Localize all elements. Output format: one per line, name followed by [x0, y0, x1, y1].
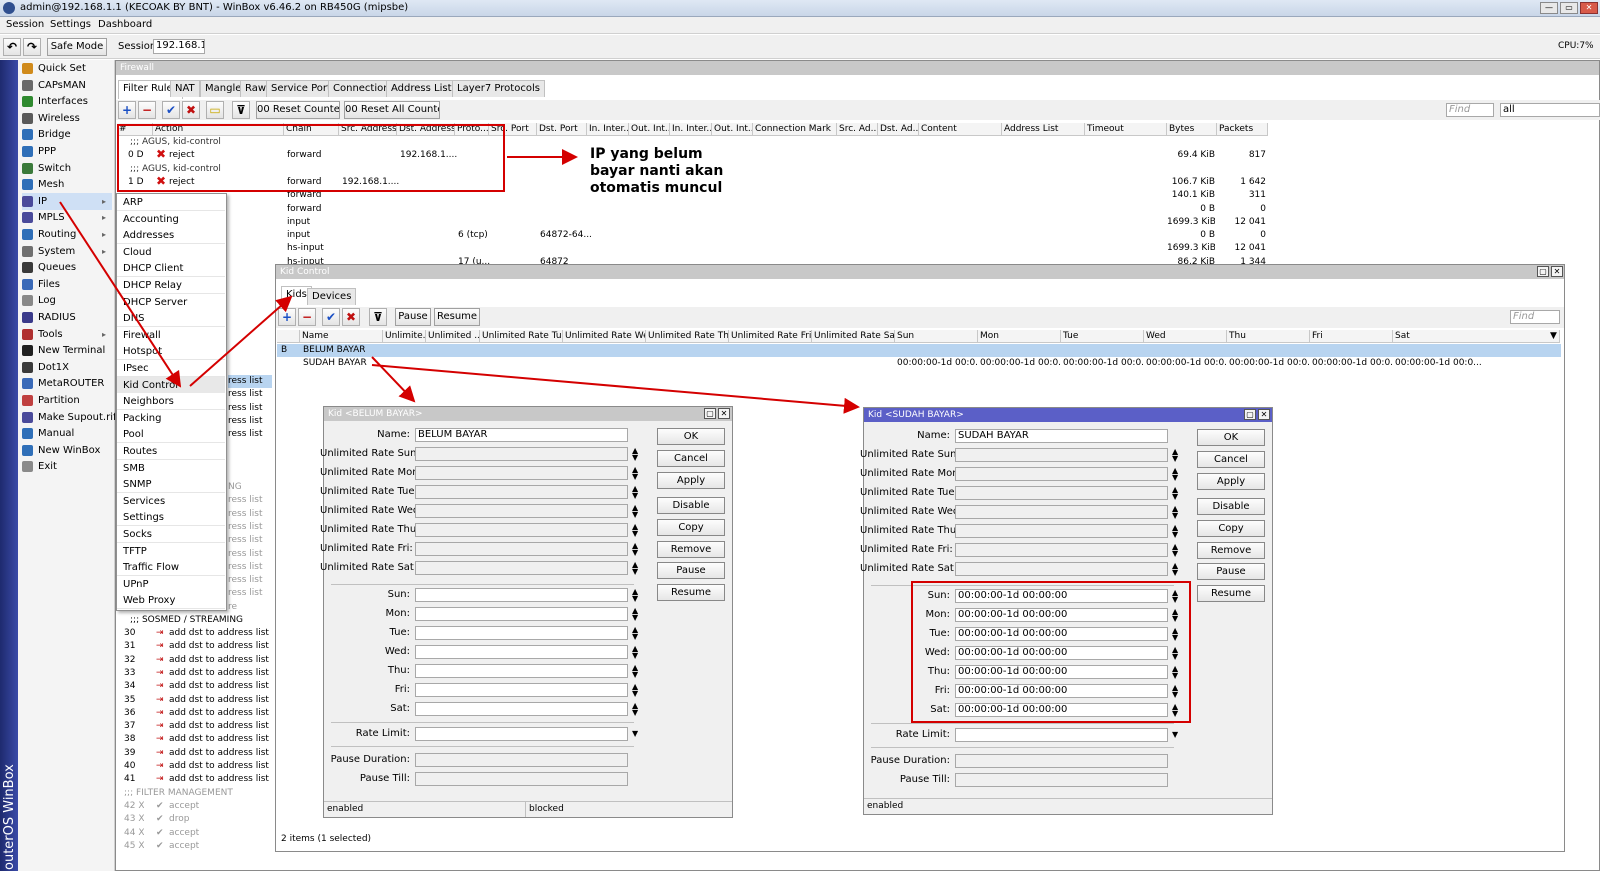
arrow-kidcontrol-to-window: [189, 295, 293, 387]
arrow-belum-to-dialog: [371, 356, 416, 403]
arrow-ip-to-kidcontrol: [59, 201, 182, 388]
annotation-arrows: [59, 149, 860, 414]
arrow-sudah-to-dialog: [371, 364, 860, 414]
